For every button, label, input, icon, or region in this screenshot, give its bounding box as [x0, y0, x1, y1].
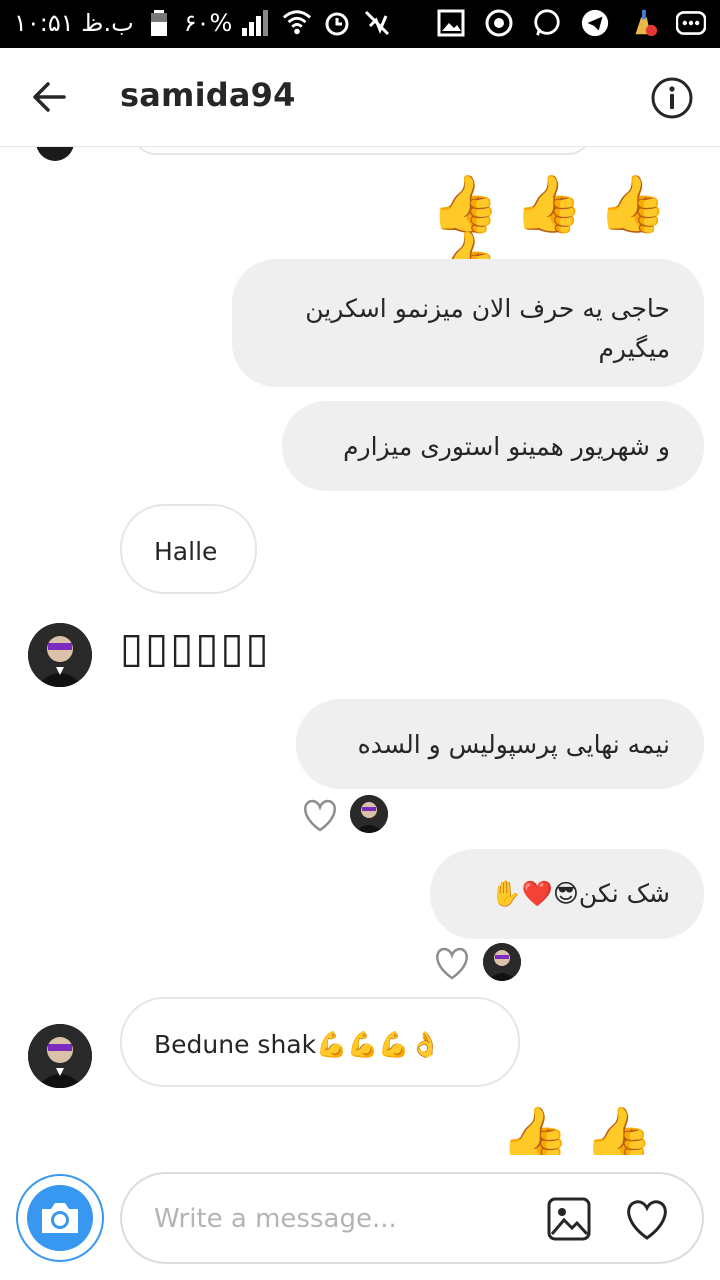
- gallery-icon: [547, 1197, 591, 1241]
- like-button[interactable]: [622, 1196, 672, 1242]
- more-notifications-icon: [676, 8, 706, 38]
- signal-icon: [242, 8, 272, 38]
- message-text: شک نکن😎❤️✋: [490, 879, 670, 908]
- telegram-icon: [580, 8, 610, 38]
- message-text: Halle: [154, 537, 218, 566]
- message-input[interactable]: [152, 1192, 536, 1246]
- heart-reaction-icon[interactable]: [432, 945, 472, 981]
- message-emoji-thumbs[interactable]: 👍👍👍: [500, 1109, 720, 1156]
- heart-icon: [627, 1200, 667, 1240]
- message-text: Bedune shak💪💪💪👌: [154, 1030, 441, 1059]
- gallery-button[interactable]: [546, 1196, 592, 1242]
- chat-header: samida94: [0, 48, 720, 147]
- back-button[interactable]: [28, 76, 70, 118]
- message-bubble[interactable]: شک نکن😎❤️✋: [430, 849, 704, 939]
- status-time: ۱۰:۵۱ ب.ظ: [14, 9, 134, 37]
- message-text[interactable]: ▯▯▯▯▯▯: [120, 623, 271, 672]
- message-list[interactable]: 👍👍👍👍 حاجی یه حرف الان میزنمو اسکرین میگی…: [0, 147, 720, 1155]
- wifi-icon: [282, 8, 312, 38]
- seen-avatar: [483, 943, 521, 981]
- message-input-wrapper: [120, 1172, 704, 1264]
- info-circle-icon: [651, 77, 693, 119]
- message-text: و شهریور همینو استوری میزارم: [343, 432, 670, 461]
- whatsapp-icon: [532, 8, 562, 38]
- alarm-icon: [322, 8, 352, 38]
- avatar[interactable]: [28, 1024, 92, 1088]
- message-text: نیمه نهایی پرسپولیس و السده: [357, 730, 670, 759]
- battery-icon: [144, 8, 174, 38]
- message-bubble[interactable]: Halle: [120, 504, 257, 594]
- partial-bubble: [132, 147, 592, 155]
- avatar[interactable]: [36, 147, 74, 161]
- info-button[interactable]: [650, 76, 694, 120]
- message-bubble[interactable]: Bedune shak💪💪💪👌: [120, 997, 520, 1087]
- camera-icon-bg: [27, 1185, 93, 1251]
- message-text: حاجی یه حرف الان میزنمو اسکرین میگیرم: [305, 294, 670, 363]
- image-notification-icon: [436, 8, 466, 38]
- cleaner-icon: [628, 8, 658, 38]
- sync-notification-icon: [484, 8, 514, 38]
- camera-button[interactable]: [16, 1174, 104, 1262]
- arrow-left-icon: [33, 82, 66, 112]
- avatar[interactable]: [28, 623, 92, 687]
- battery-percent: ۶۰%: [183, 9, 233, 37]
- heart-reaction-icon[interactable]: [300, 797, 340, 833]
- seen-avatar: [350, 795, 388, 833]
- message-bubble[interactable]: و شهریور همینو استوری میزارم: [282, 401, 704, 491]
- status-left: ۱۰:۵۱ ب.ظ ۶۰%: [14, 8, 392, 38]
- mute-icon: [362, 8, 392, 38]
- chat-username[interactable]: samida94: [120, 76, 296, 114]
- composer: [0, 1156, 720, 1280]
- message-bubble[interactable]: نیمه نهایی پرسپولیس و السده: [296, 699, 704, 789]
- status-right: [436, 8, 706, 38]
- camera-icon: [42, 1203, 78, 1233]
- message-bubble[interactable]: حاجی یه حرف الان میزنمو اسکرین میگیرم: [232, 259, 704, 387]
- status-bar: ۱۰:۵۱ ب.ظ ۶۰%: [0, 0, 720, 48]
